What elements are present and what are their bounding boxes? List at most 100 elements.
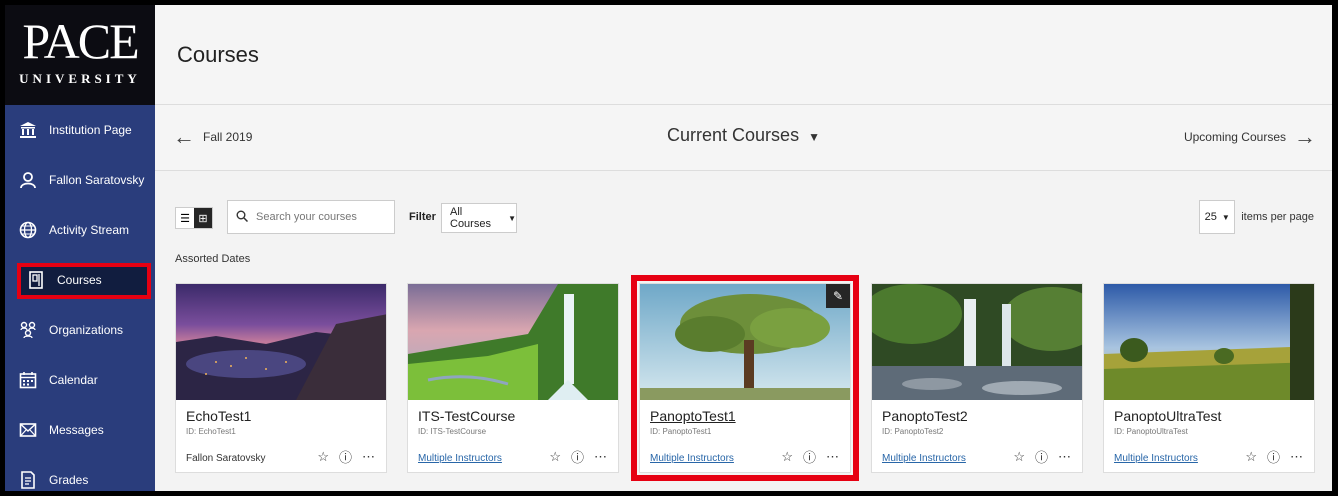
sidebar-item-label: Messages bbox=[49, 423, 104, 437]
logo-sub-text: UNIVERSITY bbox=[19, 71, 141, 86]
course-id: ID: ITS-TestCourse bbox=[418, 427, 487, 436]
star-icon[interactable]: ☆ bbox=[1245, 449, 1257, 465]
search-input[interactable]: Search your courses bbox=[227, 200, 395, 234]
course-title[interactable]: EchoTest1 bbox=[186, 408, 376, 424]
info-icon[interactable]: ⓘ bbox=[1035, 447, 1048, 466]
course-title[interactable]: PanoptoUltraTest bbox=[1114, 408, 1304, 424]
course-toolbar: ☰ ⊞ Search your courses Filter All Cours… bbox=[175, 200, 1314, 236]
calendar-icon bbox=[17, 369, 39, 391]
sidebar-item-label: Fallon Saratovsky bbox=[49, 173, 145, 187]
course-title[interactable]: ITS-TestCourse bbox=[418, 408, 608, 424]
sidebar-item-messages[interactable]: Messages bbox=[5, 405, 155, 455]
course-title[interactable]: PanoptoTest1 bbox=[650, 408, 840, 424]
filter-select[interactable]: All Courses ▼ bbox=[441, 203, 517, 233]
items-per-page: 25 ▼ items per page bbox=[1199, 200, 1314, 234]
per-page-select[interactable]: 25 ▼ bbox=[1199, 200, 1236, 234]
course-info: EchoTest1 ID: EchoTest1 Fallon Saratovsk… bbox=[176, 400, 386, 474]
organizations-icon bbox=[17, 319, 39, 341]
sidebar-item-profile[interactable]: Fallon Saratovsky bbox=[5, 155, 155, 205]
per-page-label: items per page bbox=[1241, 211, 1314, 223]
term-navigation: ← Fall 2019 Current Courses ▼ Upcoming C… bbox=[155, 105, 1332, 171]
course-id: ID: PanoptoTest2 bbox=[882, 427, 944, 436]
sidebar-item-calendar[interactable]: Calendar bbox=[5, 355, 155, 405]
course-image bbox=[872, 284, 1082, 400]
more-options-icon[interactable]: ⋯ bbox=[1058, 449, 1072, 465]
course-instructor-link[interactable]: Multiple Instructors bbox=[882, 453, 966, 464]
course-image: ✎ bbox=[640, 284, 850, 400]
pencil-icon: ✎ bbox=[832, 289, 844, 303]
filter-value: All Courses bbox=[450, 206, 491, 230]
view-toggle: ☰ ⊞ bbox=[175, 207, 213, 229]
course-instructor: Fallon Saratovsky bbox=[186, 453, 266, 464]
course-card[interactable]: PanoptoUltraTest ID: PanoptoUltraTest Mu… bbox=[1103, 283, 1315, 473]
course-id: ID: EchoTest1 bbox=[186, 427, 236, 436]
sidebar-item-label: Grades bbox=[49, 473, 89, 487]
course-card-selected[interactable]: ✎ PanoptoTest1 ID: PanoptoTest1 Multiple… bbox=[631, 275, 859, 481]
sidebar-item-courses[interactable]: Courses bbox=[5, 255, 155, 305]
caret-down-icon: ▼ bbox=[508, 213, 516, 223]
info-icon[interactable]: ⓘ bbox=[1267, 447, 1280, 466]
course-id: ID: PanoptoUltraTest bbox=[1114, 427, 1188, 436]
course-card[interactable]: PanoptoTest2 ID: PanoptoTest2 Multiple I… bbox=[871, 283, 1083, 473]
star-icon[interactable]: ☆ bbox=[1013, 449, 1025, 465]
sidebar-item-activity-stream[interactable]: Activity Stream bbox=[5, 205, 155, 255]
list-view-icon[interactable]: ☰ bbox=[176, 208, 194, 228]
page-title: Courses bbox=[177, 41, 259, 67]
logo-main-text: PACE bbox=[22, 13, 139, 69]
sidebar-item-grades[interactable]: Grades bbox=[5, 455, 155, 491]
sidebar-item-organizations[interactable]: Organizations bbox=[5, 305, 155, 355]
current-term-dropdown[interactable]: Current Courses ▼ bbox=[155, 125, 1332, 146]
sidebar-item-label: Calendar bbox=[49, 373, 98, 387]
institution-icon bbox=[17, 119, 39, 141]
sidebar-item-label: Courses bbox=[57, 273, 102, 287]
course-info: ITS-TestCourse ID: ITS-TestCourse Multip… bbox=[408, 400, 618, 474]
more-options-icon[interactable]: ⋯ bbox=[362, 449, 376, 465]
info-icon[interactable]: ⓘ bbox=[803, 447, 816, 466]
more-options-icon[interactable]: ⋯ bbox=[1290, 449, 1304, 465]
course-image bbox=[176, 284, 386, 400]
course-card[interactable]: EchoTest1 ID: EchoTest1 Fallon Saratovsk… bbox=[175, 283, 387, 473]
messages-icon bbox=[17, 419, 39, 441]
caret-down-icon: ▼ bbox=[808, 130, 820, 144]
current-term-label: Current Courses bbox=[667, 125, 800, 145]
university-logo[interactable]: PACE UNIVERSITY bbox=[5, 5, 155, 105]
sidebar-item-institution-page[interactable]: Institution Page bbox=[5, 105, 155, 155]
star-icon[interactable]: ☆ bbox=[317, 449, 329, 465]
course-id: ID: PanoptoTest1 bbox=[650, 427, 712, 436]
sidebar-nav: Institution Page Fallon Saratovsky Activ… bbox=[5, 105, 155, 491]
course-actions: ☆ ⓘ ⋯ bbox=[781, 447, 840, 466]
courses-icon bbox=[25, 269, 47, 291]
course-card[interactable]: ITS-TestCourse ID: ITS-TestCourse Multip… bbox=[407, 283, 619, 473]
more-options-icon[interactable]: ⋯ bbox=[594, 449, 608, 465]
course-actions: ☆ ⓘ ⋯ bbox=[1245, 447, 1304, 466]
course-image bbox=[408, 284, 618, 400]
star-icon[interactable]: ☆ bbox=[781, 449, 793, 465]
course-instructor-link[interactable]: Multiple Instructors bbox=[418, 453, 502, 464]
info-icon[interactable]: ⓘ bbox=[571, 447, 584, 466]
sidebar: PACE UNIVERSITY Institution Page Fallon … bbox=[5, 5, 155, 491]
grades-icon bbox=[17, 469, 39, 491]
edit-image-button[interactable]: ✎ bbox=[826, 284, 850, 308]
course-info: PanoptoTest2 ID: PanoptoTest2 Multiple I… bbox=[872, 400, 1082, 474]
star-icon[interactable]: ☆ bbox=[549, 449, 561, 465]
grid-view-icon[interactable]: ⊞ bbox=[194, 208, 212, 228]
course-instructor-link[interactable]: Multiple Instructors bbox=[650, 453, 734, 464]
search-placeholder: Search your courses bbox=[256, 211, 357, 223]
more-options-icon[interactable]: ⋯ bbox=[826, 449, 840, 465]
sidebar-item-label: Organizations bbox=[49, 323, 124, 337]
main-content: Courses ← Fall 2019 Current Courses ▼ Up… bbox=[155, 5, 1332, 491]
per-page-value: 25 bbox=[1204, 211, 1217, 223]
caret-down-icon: ▼ bbox=[1221, 212, 1230, 222]
app-frame: PACE UNIVERSITY Institution Page Fallon … bbox=[5, 5, 1332, 491]
course-instructor-link[interactable]: Multiple Instructors bbox=[1114, 453, 1198, 464]
info-icon[interactable]: ⓘ bbox=[339, 447, 352, 466]
course-title[interactable]: PanoptoTest2 bbox=[882, 408, 1072, 424]
sidebar-item-label: Institution Page bbox=[49, 123, 132, 137]
search-icon bbox=[236, 210, 249, 225]
user-icon bbox=[17, 169, 39, 191]
filter-label: Filter bbox=[409, 211, 436, 223]
course-actions: ☆ ⓘ ⋯ bbox=[317, 447, 376, 466]
section-label: Assorted Dates bbox=[175, 253, 251, 265]
next-term-button[interactable]: Upcoming Courses → bbox=[1184, 126, 1316, 148]
course-actions: ☆ ⓘ ⋯ bbox=[549, 447, 608, 466]
